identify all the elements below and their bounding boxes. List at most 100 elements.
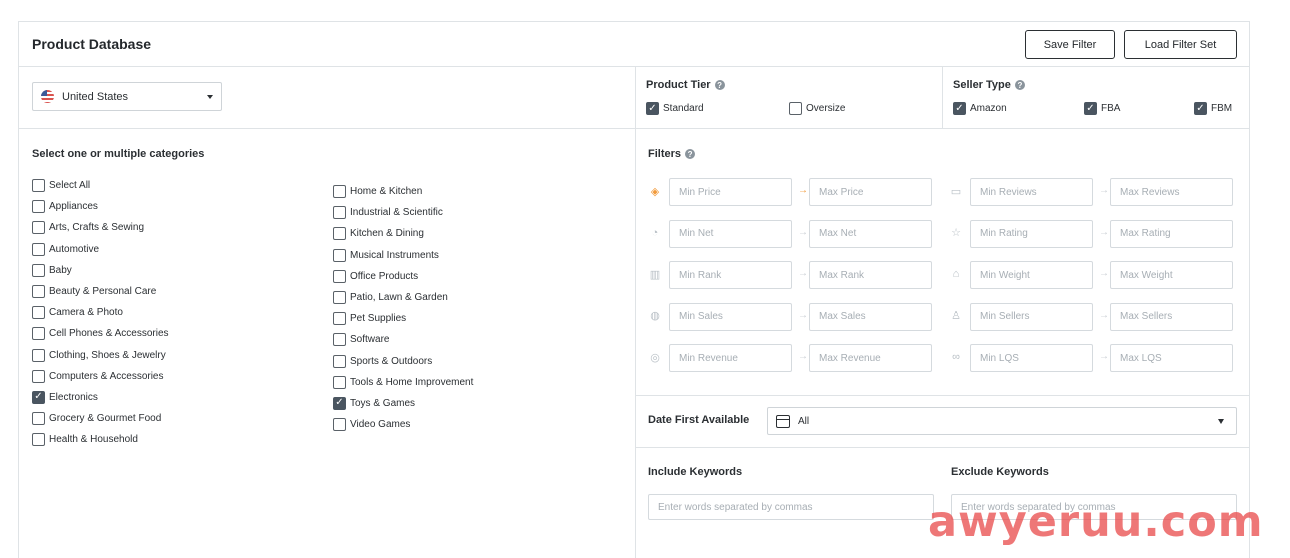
- checkbox-unchecked[interactable]: [333, 312, 346, 326]
- checkbox-unchecked[interactable]: [32, 285, 45, 299]
- checkbox-unchecked[interactable]: [789, 102, 802, 115]
- seller-option-fba[interactable]: ✓ FBA: [1084, 102, 1120, 115]
- checkbox-unchecked[interactable]: [333, 291, 346, 305]
- filter-row-reviews: ▭ Min Reviews → Max Reviews: [949, 178, 1239, 206]
- min-sales-input[interactable]: Min Sales: [669, 302, 792, 331]
- category-item-toys-and-games[interactable]: ✓ Toys & Games: [333, 393, 473, 414]
- min-rating-input[interactable]: Min Rating: [970, 219, 1093, 248]
- checkbox-unchecked[interactable]: [32, 200, 45, 214]
- category-column-2: Home & Kitchen Industrial & Scientific Kit…: [333, 181, 473, 435]
- category-label: Patio, Lawn & Garden: [350, 292, 448, 304]
- help-icon[interactable]: ?: [1014, 80, 1025, 90]
- category-item-patio-lawn-and-garden[interactable]: Patio, Lawn & Garden: [333, 287, 473, 308]
- category-item-software[interactable]: Software: [333, 329, 473, 350]
- category-item-industrial-and-scientific[interactable]: Industrial & Scientific: [333, 202, 473, 223]
- checkbox-unchecked[interactable]: [32, 179, 45, 193]
- checkbox-unchecked[interactable]: [333, 354, 346, 368]
- category-item-automotive[interactable]: Automotive: [32, 239, 169, 260]
- category-item-health-and-household[interactable]: Health & Household: [32, 429, 169, 450]
- seller-option-amazon[interactable]: ✓ Amazon: [953, 102, 1007, 115]
- checkbox-unchecked[interactable]: [333, 418, 346, 432]
- category-item-baby[interactable]: Baby: [32, 260, 169, 281]
- checkbox-unchecked[interactable]: [32, 369, 45, 383]
- checkbox-checked[interactable]: ✓: [333, 396, 346, 410]
- category-item-pet-supplies[interactable]: Pet Supplies: [333, 308, 473, 329]
- category-item-kitchen-and-dining[interactable]: Kitchen & Dining: [333, 223, 473, 244]
- checkbox-unchecked[interactable]: [32, 242, 45, 256]
- category-item-computers-and-accessories[interactable]: Computers & Accessories: [32, 366, 169, 387]
- category-item-tools-and-home-improvement[interactable]: Tools & Home Improvement: [333, 372, 473, 393]
- checkbox-unchecked[interactable]: [333, 185, 346, 199]
- checkbox-unchecked[interactable]: [333, 375, 346, 389]
- max-rating-input[interactable]: Max Rating: [1110, 219, 1233, 248]
- arrow-right-icon: →: [1099, 226, 1109, 238]
- filter-row-rating: ☆ Min Rating → Max Rating: [949, 219, 1239, 248]
- checkbox-unchecked[interactable]: [32, 433, 45, 447]
- revenue-coin-icon: ◎: [650, 351, 660, 364]
- max-price-input[interactable]: Max Price: [809, 178, 932, 206]
- help-icon[interactable]: ?: [685, 149, 696, 159]
- save-filter-button[interactable]: Save Filter: [1025, 30, 1115, 59]
- category-item-electronics[interactable]: ✓ Electronics: [32, 387, 169, 408]
- checkbox-unchecked[interactable]: [333, 333, 346, 347]
- checkbox-unchecked[interactable]: [32, 221, 45, 235]
- max-sales-input[interactable]: Max Sales: [809, 302, 932, 331]
- checkbox-unchecked[interactable]: [333, 269, 346, 283]
- category-item-beauty-and-personal-care[interactable]: Beauty & Personal Care: [32, 281, 169, 302]
- checkbox-unchecked[interactable]: [32, 263, 45, 277]
- checkbox-unchecked[interactable]: [32, 348, 45, 362]
- max-reviews-input[interactable]: Max Reviews: [1110, 178, 1233, 206]
- min-lqs-input[interactable]: Min LQS: [970, 344, 1093, 372]
- arrow-right-icon: →: [1099, 268, 1109, 279]
- checkbox-unchecked[interactable]: [333, 206, 346, 220]
- max-lqs-input[interactable]: Max LQS: [1110, 344, 1233, 372]
- date-first-available-select[interactable]: All: [767, 407, 1237, 435]
- category-item-sports-and-outdoors[interactable]: Sports & Outdoors: [333, 351, 473, 372]
- checkbox-checked[interactable]: ✓: [953, 102, 966, 115]
- country-select[interactable]: United States: [32, 82, 222, 111]
- min-weight-input[interactable]: Min Weight: [970, 261, 1093, 289]
- min-rank-input[interactable]: Min Rank: [669, 261, 792, 289]
- max-net-input[interactable]: Max Net: [809, 219, 932, 248]
- tier-option-standard[interactable]: ✓ Standard: [646, 102, 704, 115]
- load-filter-set-button[interactable]: Load Filter Set: [1124, 30, 1237, 59]
- checkbox-unchecked[interactable]: [333, 248, 346, 262]
- checkbox-checked[interactable]: ✓: [32, 390, 45, 404]
- checkbox-checked[interactable]: ✓: [1084, 102, 1097, 115]
- seller-option-fbm[interactable]: ✓ FBM: [1194, 102, 1232, 115]
- category-item-video-games[interactable]: Video Games: [333, 414, 473, 435]
- min-revenue-input[interactable]: Min Revenue: [669, 344, 792, 372]
- checkbox-unchecked[interactable]: [333, 227, 346, 241]
- category-item-arts-crafts-and-sewing[interactable]: Arts, Crafts & Sewing: [32, 217, 169, 238]
- max-weight-input[interactable]: Max Weight: [1110, 261, 1233, 289]
- min-sellers-input[interactable]: Min Sellers: [970, 302, 1093, 331]
- max-revenue-input[interactable]: Max Revenue: [809, 344, 932, 372]
- filter-row-revenue: ◎ Min Revenue → Max Revenue: [648, 344, 938, 372]
- category-item-clothing-shoes-and-jewelry[interactable]: Clothing, Shoes & Jewelry: [32, 345, 169, 366]
- help-icon[interactable]: ?: [714, 80, 725, 90]
- include-keywords-input[interactable]: Enter words separated by commas: [648, 494, 934, 520]
- max-rank-input[interactable]: Max Rank: [809, 261, 932, 289]
- country-section: United States: [19, 67, 635, 129]
- category-item-musical-instruments[interactable]: Musical Instruments: [333, 245, 473, 266]
- category-item-office-products[interactable]: Office Products: [333, 266, 473, 287]
- tier-option-oversize[interactable]: Oversize: [789, 102, 845, 115]
- category-item-appliances[interactable]: Appliances: [32, 196, 169, 217]
- category-item-camera-and-photo[interactable]: Camera & Photo: [32, 302, 169, 323]
- max-sellers-input[interactable]: Max Sellers: [1110, 302, 1233, 331]
- checkbox-unchecked[interactable]: [32, 412, 45, 426]
- category-label: Camera & Photo: [49, 307, 123, 319]
- checkbox-checked[interactable]: ✓: [646, 102, 659, 115]
- category-item-select-all[interactable]: Select All: [32, 175, 169, 196]
- min-net-input[interactable]: Min Net: [669, 219, 792, 248]
- checkbox-checked[interactable]: ✓: [1194, 102, 1207, 115]
- checkbox-unchecked[interactable]: [32, 306, 45, 320]
- lqs-icon: ∞: [952, 351, 960, 363]
- filter-row-rank: ▥ Min Rank → Max Rank: [648, 261, 938, 289]
- category-item-cell-phones-and-accessories[interactable]: Cell Phones & Accessories: [32, 323, 169, 344]
- category-item-home-and-kitchen[interactable]: Home & Kitchen: [333, 181, 473, 202]
- min-price-input[interactable]: Min Price: [669, 178, 792, 206]
- category-item-grocery-and-gourmet-food[interactable]: Grocery & Gourmet Food: [32, 408, 169, 429]
- min-reviews-input[interactable]: Min Reviews: [970, 178, 1093, 206]
- checkbox-unchecked[interactable]: [32, 327, 45, 341]
